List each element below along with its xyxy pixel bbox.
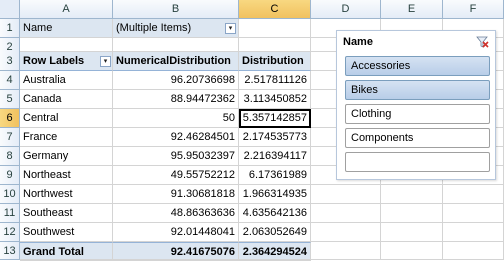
pivot-row-label[interactable]: Central: [20, 109, 113, 128]
cell-f13[interactable]: [443, 242, 504, 260]
grand-total-distribution[interactable]: 2.364294524: [239, 242, 311, 260]
pivot-distribution-value[interactable]: 1.966314935: [239, 185, 311, 204]
column-header-d[interactable]: D: [311, 0, 381, 19]
cell-f11[interactable]: [443, 204, 504, 223]
pivot-numerical-value[interactable]: 92.01448041: [113, 223, 239, 242]
filter-value[interactable]: (Multiple Items): [113, 19, 239, 38]
select-all-corner[interactable]: [0, 0, 20, 19]
cell-e13[interactable]: [381, 242, 443, 260]
pivot-distribution-value[interactable]: 2.216394117: [239, 147, 311, 166]
pivot-numerical-value[interactable]: 95.95032397: [113, 147, 239, 166]
cell-a2[interactable]: [20, 38, 113, 52]
row-labels-dropdown-icon[interactable]: ▾: [100, 56, 111, 67]
pivot-numerical-value[interactable]: 49.55752212: [113, 166, 239, 185]
pivot-row-label[interactable]: Canada: [20, 90, 113, 109]
row-header[interactable]: 9: [0, 166, 20, 185]
cell-d11[interactable]: [311, 204, 381, 223]
pivot-distribution-value[interactable]: 5.357142857: [239, 109, 311, 128]
pivot-numerical-value[interactable]: 92.46284501: [113, 128, 239, 147]
cell-c2[interactable]: [239, 38, 311, 52]
pivot-header-numerical-distribution: NumericalDistribution: [113, 52, 239, 71]
cell-d10[interactable]: [311, 185, 381, 204]
filter-icon[interactable]: ▾: [225, 23, 236, 34]
filter-field-label: Name: [20, 19, 113, 38]
cell-b2[interactable]: [113, 38, 239, 52]
grand-total-label: Grand Total: [20, 242, 113, 260]
cell-e11[interactable]: [381, 204, 443, 223]
slicer-item-blank[interactable]: [345, 152, 490, 172]
pivot-distribution-value[interactable]: 4.635642136: [239, 204, 311, 223]
slicer-item-label: Bikes: [351, 84, 378, 96]
pivot-distribution-value[interactable]: 6.17361989: [239, 166, 311, 185]
row-header[interactable]: 11: [0, 204, 20, 223]
row-header[interactable]: 13: [0, 242, 20, 260]
slicer-item-accessories[interactable]: Accessories: [345, 56, 490, 76]
column-header-c[interactable]: C: [239, 0, 311, 19]
slicer-item-components[interactable]: Components: [345, 128, 490, 148]
pivot-row-label[interactable]: Germany: [20, 147, 113, 166]
pivot-numerical-value[interactable]: 88.94472362: [113, 90, 239, 109]
row-header[interactable]: 7: [0, 128, 20, 147]
cell-d12[interactable]: [311, 223, 381, 242]
clear-filter-icon[interactable]: [475, 35, 489, 49]
pivot-numerical-value[interactable]: 91.30681818: [113, 185, 239, 204]
row-header[interactable]: 6: [0, 109, 20, 128]
pivot-row-label[interactable]: France: [20, 128, 113, 147]
grand-total-numerical[interactable]: 92.41675076: [113, 242, 239, 260]
slicer-item-label: Components: [351, 132, 414, 144]
column-header-a[interactable]: A: [20, 0, 113, 19]
pivot-distribution-value[interactable]: 2.174535773: [239, 128, 311, 147]
cell-f10[interactable]: [443, 185, 504, 204]
cell-f12[interactable]: [443, 223, 504, 242]
row-header[interactable]: 10: [0, 185, 20, 204]
cell-c1[interactable]: [239, 19, 311, 38]
column-header-f[interactable]: F: [443, 0, 504, 19]
pivot-header-distribution: Distribution: [239, 52, 311, 71]
pivot-row-label[interactable]: Northeast: [20, 166, 113, 185]
pivot-distribution-value[interactable]: 2.063052649: [239, 223, 311, 242]
row-header[interactable]: 4: [0, 71, 20, 90]
row-header[interactable]: 12: [0, 223, 20, 242]
name-slicer[interactable]: Name Accessories Bikes Clothing Componen…: [336, 30, 496, 180]
row-header[interactable]: 8: [0, 147, 20, 166]
pivot-row-label[interactable]: Southeast: [20, 204, 113, 223]
filter-value-text: (Multiple Items): [116, 22, 192, 34]
slicer-item-label: Clothing: [351, 108, 392, 120]
pivot-distribution-value[interactable]: 2.517811126: [239, 71, 311, 90]
pivot-row-label[interactable]: Southwest: [20, 223, 113, 242]
row-header[interactable]: 3: [0, 52, 20, 71]
cell-d13[interactable]: [311, 242, 381, 260]
cell-e10[interactable]: [381, 185, 443, 204]
column-header-e[interactable]: E: [381, 0, 443, 19]
row-header[interactable]: 1: [0, 19, 20, 38]
slicer-item-label: Accessories: [351, 60, 411, 72]
row-header[interactable]: 5: [0, 90, 20, 109]
pivot-row-label[interactable]: Northwest: [20, 185, 113, 204]
cell-e12[interactable]: [381, 223, 443, 242]
pivot-distribution-value[interactable]: 3.113450852: [239, 90, 311, 109]
slicer-title: Name: [343, 36, 373, 48]
pivot-numerical-value[interactable]: 50: [113, 109, 239, 128]
pivot-row-label[interactable]: Australia: [20, 71, 113, 90]
slicer-item-clothing[interactable]: Clothing: [345, 104, 490, 124]
pivot-numerical-value[interactable]: 96.20736698: [113, 71, 239, 90]
column-header-b[interactable]: B: [113, 0, 239, 19]
slicer-item-bikes[interactable]: Bikes: [345, 80, 490, 100]
pivot-numerical-value[interactable]: 48.86363636: [113, 204, 239, 223]
